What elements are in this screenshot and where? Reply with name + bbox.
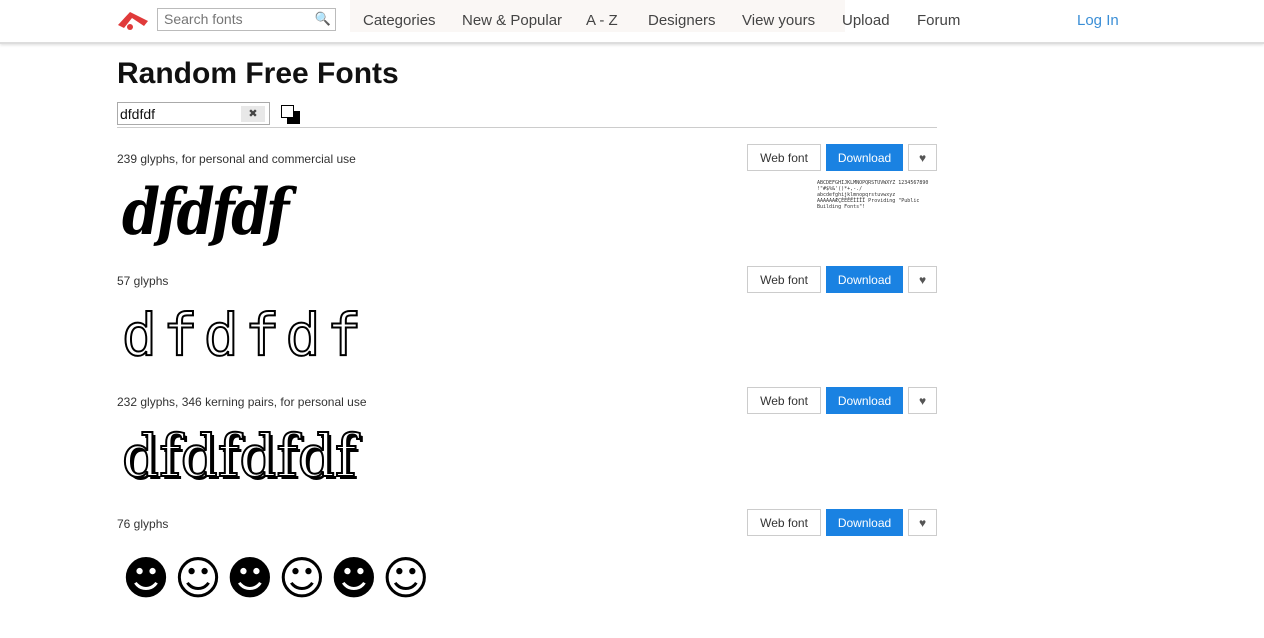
favorite-heart-icon[interactable]: ♥ bbox=[908, 387, 937, 414]
web-font-button[interactable]: Web font bbox=[747, 144, 821, 171]
search-box: 🔍 bbox=[157, 8, 336, 31]
nav-upload[interactable]: Upload bbox=[842, 12, 890, 29]
color-swap-icon[interactable] bbox=[281, 105, 301, 125]
font-item: 239 glyphs, for personal and commercial … bbox=[117, 144, 937, 273]
search-icon[interactable]: 🔍 bbox=[315, 11, 331, 27]
nav-designers[interactable]: Designers bbox=[648, 12, 716, 29]
divider bbox=[117, 127, 937, 128]
preview-text-input[interactable] bbox=[118, 103, 240, 124]
web-font-button[interactable]: Web font bbox=[747, 387, 821, 414]
font-specimen: ABCDEFGHIJKLMNOPQRSTUVWXYZ 1234567890 !"… bbox=[817, 180, 929, 210]
favorite-heart-icon[interactable]: ♥ bbox=[908, 144, 937, 171]
font-item: 57 glyphs Web font Download ♥ dfdfdf bbox=[117, 266, 937, 395]
site-logo[interactable] bbox=[116, 9, 150, 31]
preview-text-box: ✖ bbox=[117, 102, 270, 125]
nav-categories[interactable]: Categories bbox=[363, 12, 436, 29]
login-link[interactable]: Log In bbox=[1077, 12, 1119, 29]
font-preview[interactable]: ☻☺☻☺☻☺ bbox=[122, 543, 434, 613]
download-button[interactable]: Download bbox=[826, 144, 903, 171]
font-info: 232 glyphs, 346 kerning pairs, for perso… bbox=[117, 395, 367, 409]
font-item: 232 glyphs, 346 kerning pairs, for perso… bbox=[117, 387, 937, 516]
font-info: 57 glyphs bbox=[117, 274, 169, 288]
clear-icon[interactable]: ✖ bbox=[241, 106, 265, 122]
favorite-heart-icon[interactable]: ♥ bbox=[908, 266, 937, 293]
font-info: 239 glyphs, for personal and commercial … bbox=[117, 152, 356, 166]
web-font-button[interactable]: Web font bbox=[747, 266, 821, 293]
download-button[interactable]: Download bbox=[826, 387, 903, 414]
font-item: 76 glyphs Web font Download ♥ ☻☺☻☺☻☺ bbox=[117, 509, 937, 638]
nav-view-yours[interactable]: View yours bbox=[742, 12, 815, 29]
font-preview[interactable]: dfdfdf bbox=[121, 300, 368, 370]
download-button[interactable]: Download bbox=[826, 509, 903, 536]
nav-forum[interactable]: Forum bbox=[917, 12, 960, 29]
font-preview[interactable]: dfdfdf bbox=[122, 178, 289, 248]
favorite-heart-icon[interactable]: ♥ bbox=[908, 509, 937, 536]
search-input[interactable] bbox=[158, 9, 320, 29]
font-info: 76 glyphs bbox=[117, 517, 169, 531]
font-preview[interactable]: dfdfdfdf bbox=[121, 421, 357, 491]
download-button[interactable]: Download bbox=[826, 266, 903, 293]
top-navigation: 🔍 Categories New & Popular A - Z Designe… bbox=[0, 0, 1264, 44]
nav-new-popular[interactable]: New & Popular bbox=[462, 12, 562, 29]
web-font-button[interactable]: Web font bbox=[747, 509, 821, 536]
page-title: Random Free Fonts bbox=[117, 57, 399, 90]
nav-a-z[interactable]: A - Z bbox=[586, 12, 618, 29]
